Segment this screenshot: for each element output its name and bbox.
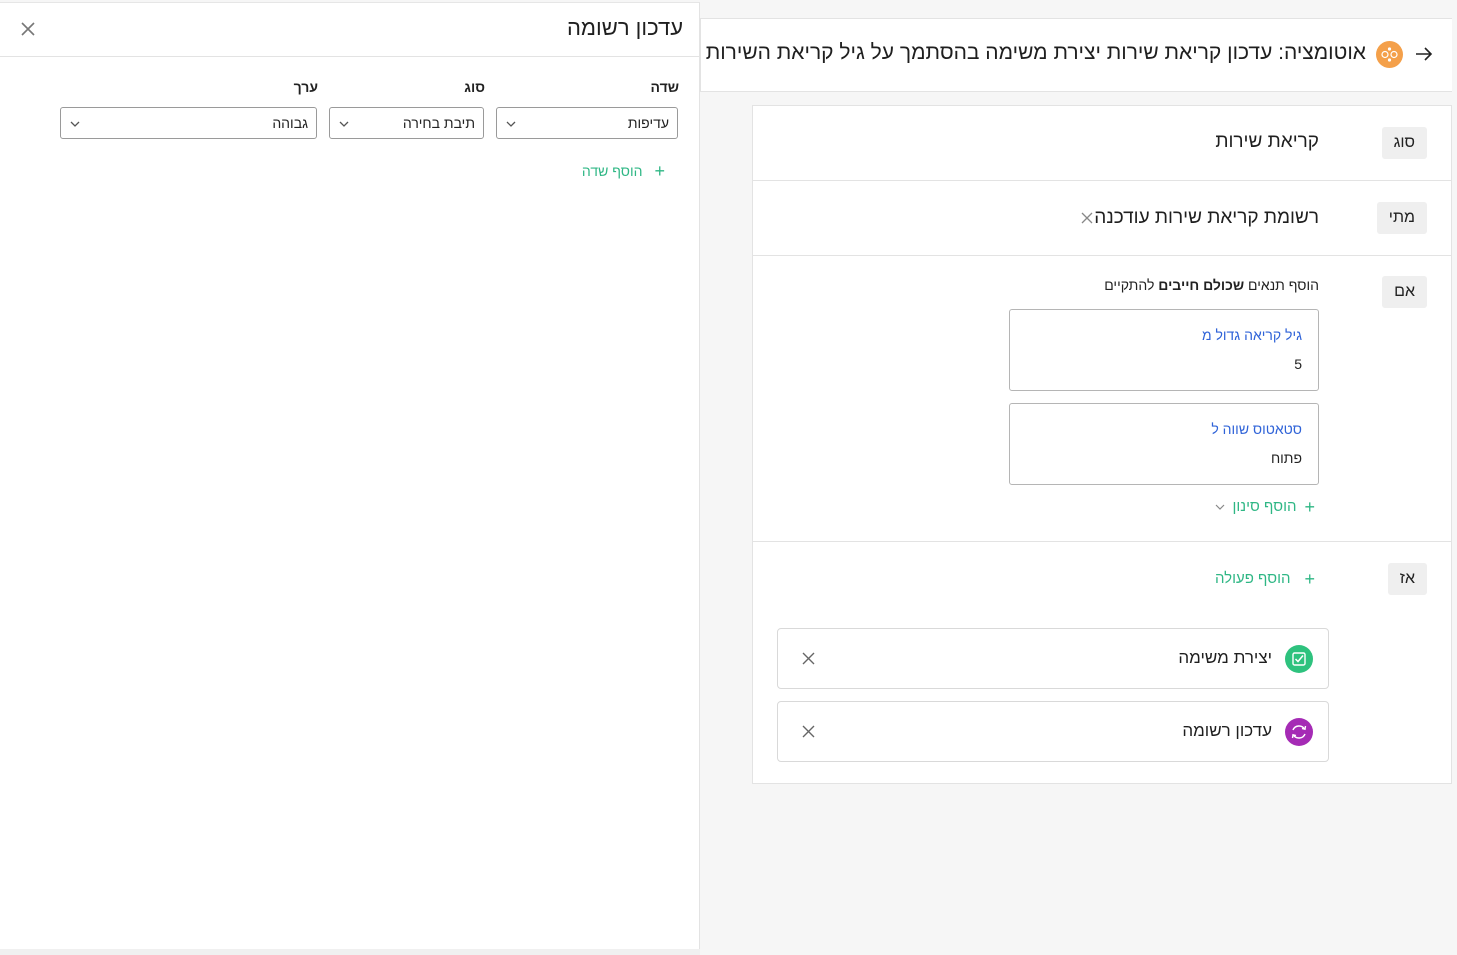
then-chip: אז [1387, 563, 1427, 595]
if-row: אם הוסף תנאים שכולם חייבים להתקיים גיל ק… [753, 256, 1451, 542]
if-chip: אם [1382, 276, 1427, 308]
type-select[interactable]: תיבת בחירה [329, 107, 484, 139]
type-label: סוג [464, 79, 485, 95]
plus-icon: + [654, 161, 665, 181]
type-chip: סוג [1381, 127, 1427, 159]
clear-trigger-icon[interactable] [1081, 212, 1093, 224]
condition-value: 5 [1294, 356, 1302, 372]
field-labels: שדה סוג ערך [0, 79, 700, 99]
value-select-value: גבוהה [272, 115, 308, 131]
action-create-task[interactable]: יצירת משימה [777, 628, 1329, 689]
refresh-icon [1285, 718, 1313, 746]
automation-card: סוג קריאת שירות מתי רשומת קריאת שירות עו… [752, 105, 1452, 784]
condition-label: גיל קריאה גדול מ [1201, 327, 1302, 343]
chevron-down-icon [506, 121, 516, 127]
plus-icon: + [1304, 568, 1315, 589]
add-action-button[interactable]: + הוסף פעולה [1214, 568, 1315, 589]
intro-prefix: הוסף תנאים [1244, 277, 1319, 293]
chevron-down-icon [1215, 504, 1224, 510]
field-label: שדה [650, 79, 679, 95]
add-field-button[interactable]: + הוסף שדה [581, 161, 665, 181]
condition-card[interactable]: גיל קריאה גדול מ 5 [1009, 309, 1319, 391]
intro-bold: שכולם חייבים [1158, 277, 1245, 293]
field-select-value: עדיפות [627, 115, 669, 131]
then-row: אז + הוסף פעולה יצירת משימה עדכון רשומה [753, 542, 1451, 784]
plus-icon: + [1304, 496, 1315, 517]
remove-action-icon[interactable] [802, 652, 815, 665]
intro-suffix: להתקיים [1104, 277, 1159, 293]
remove-action-icon[interactable] [802, 725, 815, 738]
chevron-down-icon [339, 121, 349, 127]
type-select-value: תיבת בחירה [402, 115, 475, 131]
automation-header: אוטומציה: עדכון קריאת שירות יצירת משימה … [700, 18, 1452, 92]
condition-value: פתוח [1270, 450, 1302, 466]
add-action-label: הוסף פעולה [1214, 570, 1291, 587]
drawer-title: עדכון רשומה [566, 15, 683, 40]
condition-card[interactable]: סטאטוס שווה ל פתוח [1009, 403, 1319, 485]
type-value: קריאת שירות [1215, 131, 1319, 152]
add-filter-label: הוסף סינון [1232, 498, 1297, 515]
update-record-drawer: עדכון רשומה שדה סוג ערך עדיפות תיבת בחיר… [0, 2, 700, 949]
action-update-record[interactable]: עדכון רשומה [777, 701, 1329, 762]
value-label: ערך [293, 79, 318, 95]
drawer-header: עדכון רשומה [0, 3, 699, 57]
value-select[interactable]: גבוהה [60, 107, 317, 139]
action-label: עדכון רשומה [1182, 721, 1272, 740]
condition-label: סטאטוס שווה ל [1211, 421, 1302, 437]
when-value[interactable]: רשומת קריאת שירות עודכנה [1094, 207, 1319, 229]
close-icon[interactable] [18, 19, 38, 39]
type-row: סוג קריאת שירות [753, 106, 1451, 181]
arrow-right-icon[interactable] [1414, 45, 1434, 63]
task-check-icon [1285, 645, 1313, 673]
when-chip: מתי [1376, 202, 1427, 234]
add-filter-button[interactable]: + הוסף סינון [1215, 496, 1315, 517]
chevron-down-icon [70, 121, 80, 127]
when-row: מתי רשומת קריאת שירות עודכנה [753, 181, 1451, 256]
automation-icon [1376, 41, 1403, 68]
automation-title: אוטומציה: עדכון קריאת שירות יצירת משימה … [705, 41, 1366, 64]
conditions-intro: הוסף תנאים שכולם חייבים להתקיים [1104, 277, 1319, 293]
add-field-label: הוסף שדה [581, 163, 643, 179]
drawer-bottom-strip [0, 949, 700, 955]
action-label: יצירת משימה [1178, 648, 1272, 667]
field-select[interactable]: עדיפות [496, 107, 678, 139]
